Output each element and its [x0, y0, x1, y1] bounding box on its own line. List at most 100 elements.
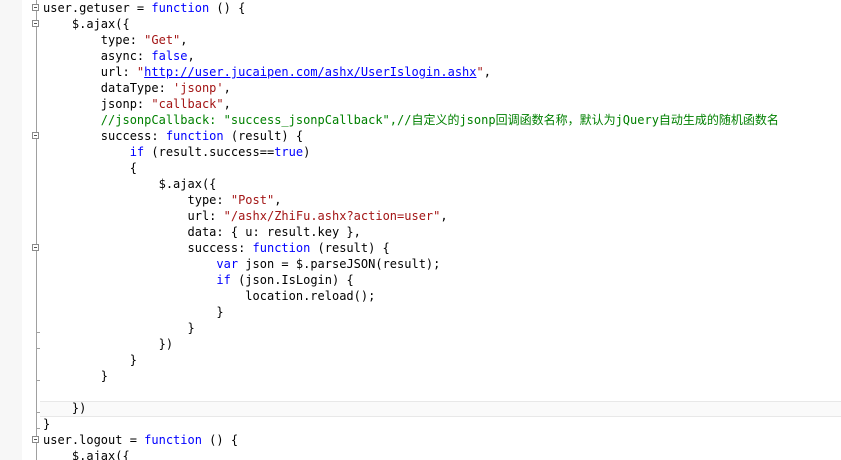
code-token: function — [252, 241, 311, 255]
fold-toggle-icon[interactable] — [32, 4, 39, 11]
code-line: var json = $.parseJSON(result); — [43, 256, 440, 272]
code-token: 'jsonp' — [173, 81, 224, 95]
code-token: } — [43, 353, 137, 367]
code-line: //jsonpCallback: "success_jsonpCallback"… — [43, 112, 779, 128]
code-token: jsonp: — [43, 97, 152, 111]
fold-gutter — [22, 0, 40, 460]
code-token: json = $.parseJSON(result); — [238, 257, 441, 271]
left-margin — [0, 0, 22, 460]
code-line: }) — [43, 400, 86, 416]
code-token: (result) { — [310, 241, 390, 255]
current-line-highlight — [40, 401, 841, 417]
code-token: }) — [43, 337, 174, 351]
code-line: user.logout = function () { — [43, 432, 238, 448]
code-line: } — [43, 320, 195, 336]
code-token: $.ajax({ — [43, 17, 130, 31]
code-line: $.ajax({ — [43, 16, 130, 32]
code-token: "/ashx/ZhiFu.ashx?action=user" — [223, 209, 441, 223]
code-token: if — [129, 145, 145, 159]
code-line: if (json.IsLogin) { — [43, 272, 354, 288]
code-line: url: "/ashx/ZhiFu.ashx?action=user", — [43, 208, 448, 224]
code-token: } — [43, 369, 109, 383]
fold-guide-line — [36, 0, 37, 460]
code-token: "callback" — [151, 97, 224, 111]
code-token: , — [180, 33, 188, 47]
code-line: async: false, — [43, 48, 195, 64]
code-token: } — [43, 305, 224, 319]
fold-toggle-icon[interactable] — [32, 244, 39, 251]
code-token: , — [483, 65, 491, 79]
code-line: location.reload(); — [43, 288, 375, 304]
fold-end-marker — [36, 380, 40, 381]
fold-end-marker — [36, 348, 40, 349]
code-line: }) — [43, 336, 173, 352]
code-line: url: "http://user.jucaipen.com/ashx/User… — [43, 64, 491, 80]
code-line: } — [43, 416, 50, 432]
code-line: } — [43, 304, 224, 320]
code-line: success: function (result) { — [43, 240, 390, 256]
fold-end-marker — [36, 428, 40, 429]
code-token: (result.success== — [144, 145, 275, 159]
code-token: function — [151, 1, 210, 15]
code-line: dataType: 'jsonp', — [43, 80, 231, 96]
code-token: if — [216, 273, 231, 287]
code-token: user.getuser = — [43, 1, 152, 15]
code-token: success: — [43, 241, 253, 255]
code-line: } — [43, 368, 108, 384]
code-line: data: { u: result.key }, — [43, 224, 361, 240]
code-line: } — [43, 352, 137, 368]
code-token: true — [274, 145, 304, 159]
code-token: }) — [43, 401, 87, 415]
code-token: async: — [43, 49, 152, 63]
code-token: //jsonpCallback: "success_jsonpCallback"… — [43, 113, 779, 127]
code-token: function — [144, 433, 202, 447]
code-token: { — [43, 161, 137, 175]
code-token: ) — [303, 145, 311, 159]
code-link[interactable]: http://user.jucaipen.com/ashx/UserIslogi… — [144, 65, 476, 79]
code-token: " — [476, 65, 484, 79]
code-token: , — [440, 209, 448, 223]
fold-toggle-icon[interactable] — [32, 436, 39, 443]
code-token: url: — [43, 209, 224, 223]
code-token: } — [43, 321, 195, 335]
code-token: var — [216, 257, 239, 271]
fold-toggle-icon[interactable] — [32, 20, 39, 27]
code-token: "Get" — [144, 33, 181, 47]
code-token: "Post" — [230, 193, 275, 207]
code-token: () { — [201, 433, 239, 447]
code-token: success: — [43, 129, 166, 143]
code-token: data: { u: result.key }, — [43, 225, 361, 239]
code-token: , — [223, 97, 231, 111]
code-token: $.ajax({ — [43, 177, 217, 191]
code-line: jsonp: "callback", — [43, 96, 231, 112]
code-editor[interactable]: user.getuser = function () { $.ajax({ ty… — [0, 0, 841, 460]
code-line: $.ajax({ — [43, 176, 217, 192]
code-token: type: — [43, 33, 145, 47]
fold-end-marker — [36, 332, 40, 333]
code-line: $.ajax({ — [43, 448, 130, 460]
code-token: (result) { — [223, 129, 304, 143]
code-token: , — [223, 81, 231, 95]
fold-toggle-icon[interactable] — [32, 132, 39, 139]
code-line: success: function (result) { — [43, 128, 303, 144]
code-token: location.reload(); — [43, 289, 376, 303]
code-token: () { — [209, 1, 246, 15]
code-token: function — [165, 129, 224, 143]
code-token: } — [43, 417, 51, 431]
code-token: $.ajax({ — [43, 449, 130, 460]
code-token: type: — [43, 193, 231, 207]
code-line: user.getuser = function () { — [43, 0, 245, 16]
code-line: { — [43, 160, 137, 176]
code-line: if (result.success==true) — [43, 144, 311, 160]
code-token: (json.IsLogin) { — [230, 273, 354, 287]
code-token: , — [274, 193, 282, 207]
code-token: url: — [43, 65, 137, 79]
code-token: false — [151, 49, 188, 63]
code-line: type: "Get", — [43, 32, 188, 48]
code-token: , — [187, 49, 195, 63]
code-token: dataType: — [43, 81, 174, 95]
code-token: user.logout = — [43, 433, 145, 447]
